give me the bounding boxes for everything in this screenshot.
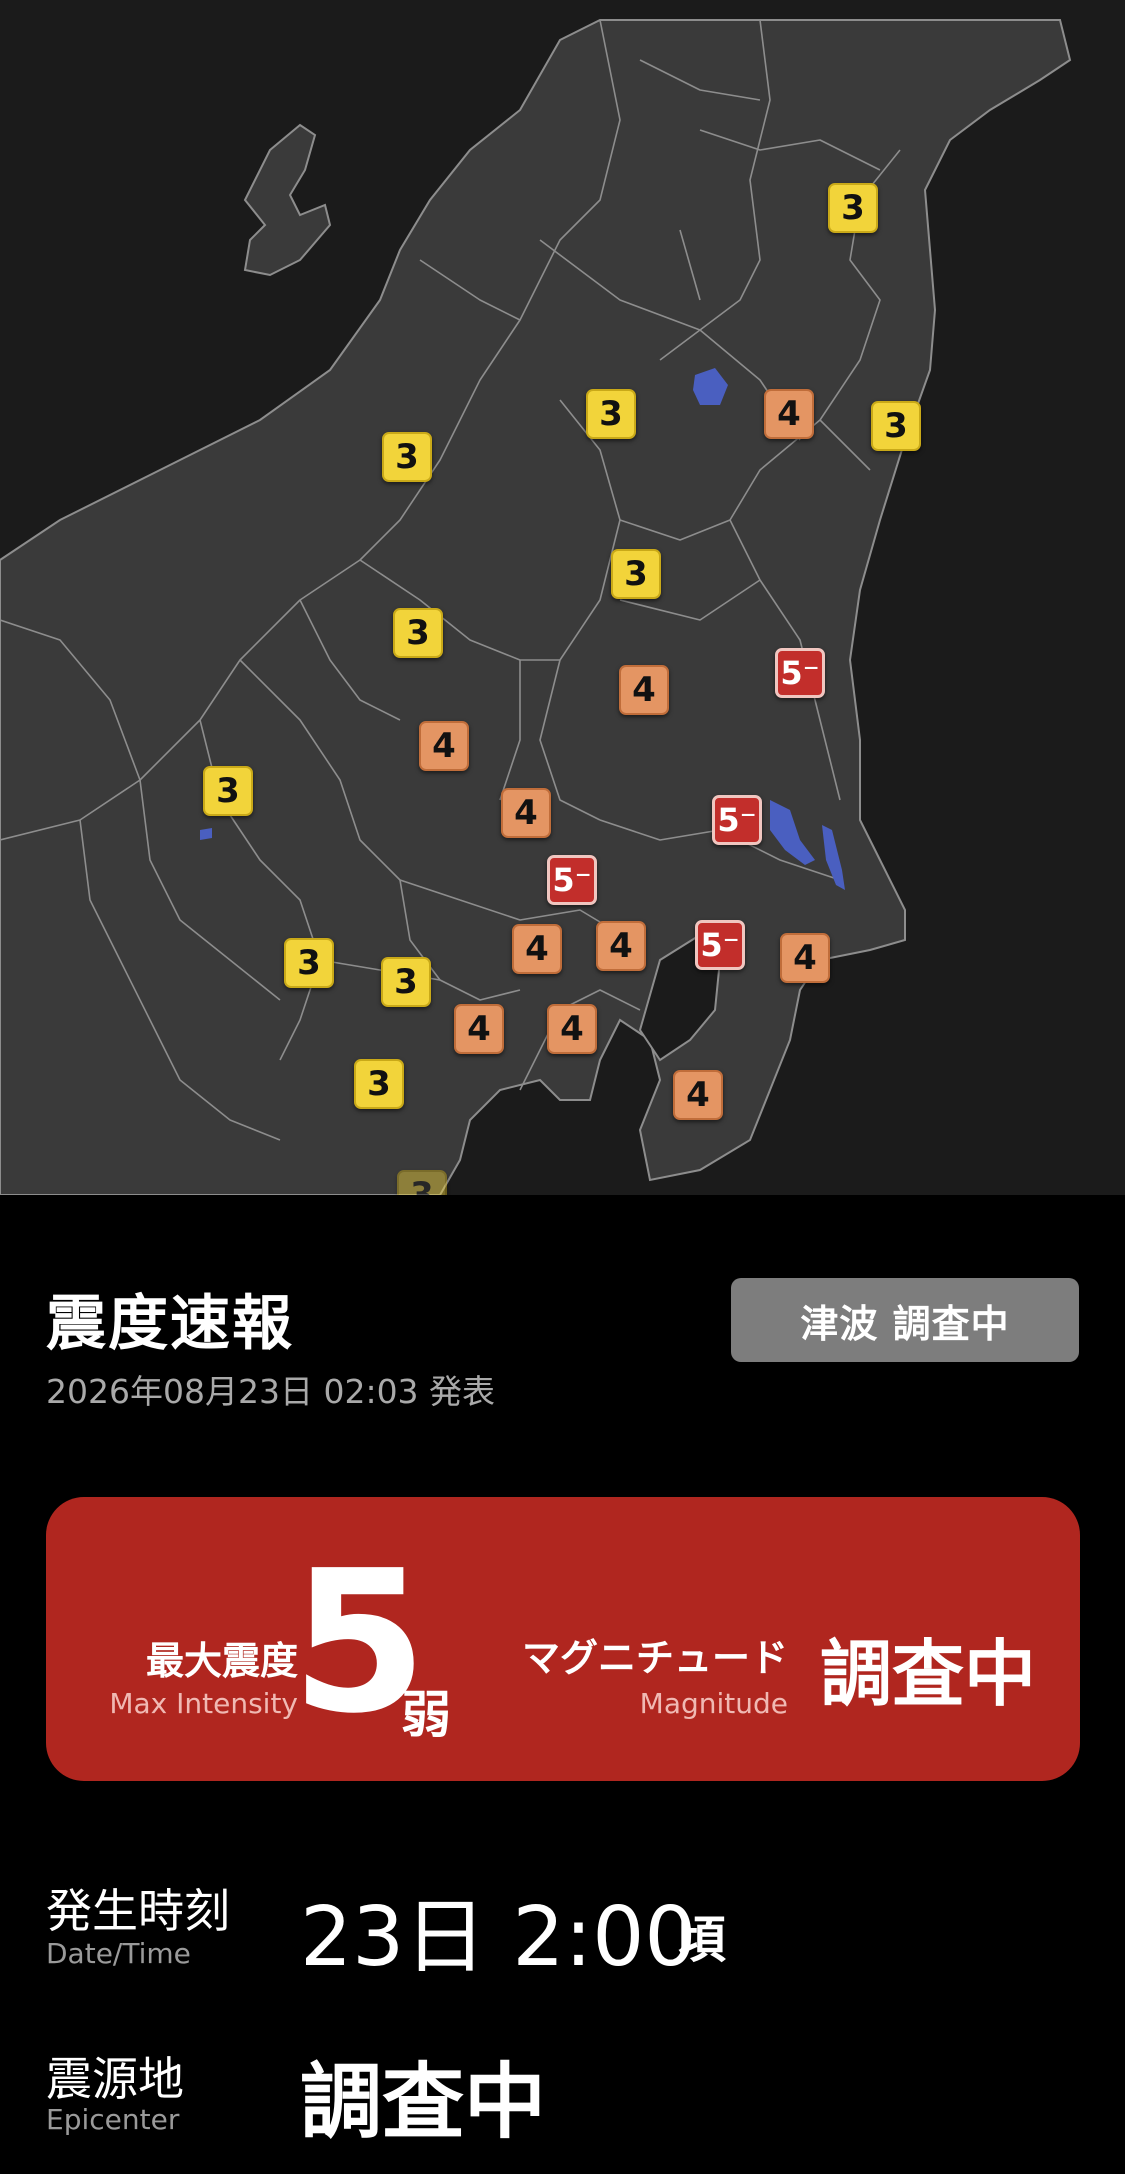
datetime-suffix: 頃 — [676, 1911, 726, 1969]
intensity-marker[interactable]: 3 — [381, 957, 431, 1007]
epicenter-value: 調査中 — [300, 2055, 547, 2150]
intensity-marker[interactable]: 4 — [419, 721, 469, 771]
report-title: 震度速報 — [46, 1289, 294, 1359]
intensity-marker[interactable]: 5⁻ — [775, 648, 825, 698]
intensity-marker[interactable]: 3 — [586, 389, 636, 439]
intensity-marker[interactable]: 3 — [871, 401, 921, 451]
magnitude-label: マグニチュード — [521, 1636, 788, 1680]
intensity-marker[interactable]: 3 — [611, 549, 661, 599]
max-intensity-label: 最大震度 — [145, 1639, 298, 1683]
sado-island — [243, 123, 332, 277]
intensity-marker[interactable]: 3 — [354, 1059, 404, 1109]
earthquake-report-screen: 3 3 4 3 3 3 5⁻ 3 4 4 3 4 5⁻ 5⁻ 3 3 4 4 5… — [0, 0, 1125, 2174]
datetime-label: 発生時刻 — [46, 1884, 230, 1938]
intensity-marker[interactable]: 5⁻ — [547, 855, 597, 905]
epicenter-label-en: Epicenter — [46, 2103, 180, 2136]
intensity-marker[interactable]: 3 — [828, 183, 878, 233]
intensity-marker[interactable]: 4 — [619, 665, 669, 715]
datetime-label-en: Date/Time — [46, 1937, 191, 1970]
honshu-land — [0, 19, 1072, 1195]
intensity-marker[interactable]: 4 — [596, 921, 646, 971]
intensity-marker[interactable]: 5⁻ — [695, 920, 745, 970]
intensity-marker[interactable]: 4 — [512, 924, 562, 974]
report-panel: 震度速報 2026年08月23日 02:03 発表 津波 調査中 最大震度 Ma… — [0, 1195, 1125, 2174]
intensity-marker[interactable]: 4 — [764, 389, 814, 439]
intensity-card[interactable]: 最大震度 Max Intensity 5 弱 マグニチュード Magnitude… — [46, 1497, 1080, 1781]
intensity-marker[interactable]: 3 — [203, 766, 253, 816]
datetime-value: 23日 2:00 — [300, 1890, 697, 1985]
max-intensity-suffix: 弱 — [401, 1686, 451, 1744]
intensity-marker[interactable]: 4 — [454, 1004, 504, 1054]
epicenter-label: 震源地 — [46, 2052, 184, 2106]
intensity-marker[interactable]: 5⁻ — [712, 795, 762, 845]
intensity-marker[interactable]: 3 — [284, 938, 334, 988]
intensity-marker[interactable]: 4 — [547, 1004, 597, 1054]
magnitude-value: 調査中 — [820, 1632, 1037, 1716]
magnitude-label-en: Magnitude — [639, 1687, 788, 1720]
intensity-marker[interactable]: 3 — [393, 608, 443, 658]
intensity-marker[interactable]: 3 — [382, 432, 432, 482]
tsunami-status-badge[interactable]: 津波 調査中 — [731, 1278, 1079, 1362]
max-intensity-label-en: Max Intensity — [109, 1687, 298, 1720]
intensity-marker[interactable]: 3 — [397, 1170, 447, 1195]
intensity-marker[interactable]: 4 — [780, 933, 830, 983]
issued-timestamp: 2026年08月23日 02:03 発表 — [46, 1372, 496, 1411]
intensity-marker[interactable]: 4 — [501, 788, 551, 838]
lake-suwa — [200, 828, 212, 840]
intensity-marker[interactable]: 4 — [673, 1070, 723, 1120]
intensity-map[interactable]: 3 3 4 3 3 3 5⁻ 3 4 4 3 4 5⁻ 5⁻ 3 3 4 4 5… — [0, 0, 1125, 1195]
